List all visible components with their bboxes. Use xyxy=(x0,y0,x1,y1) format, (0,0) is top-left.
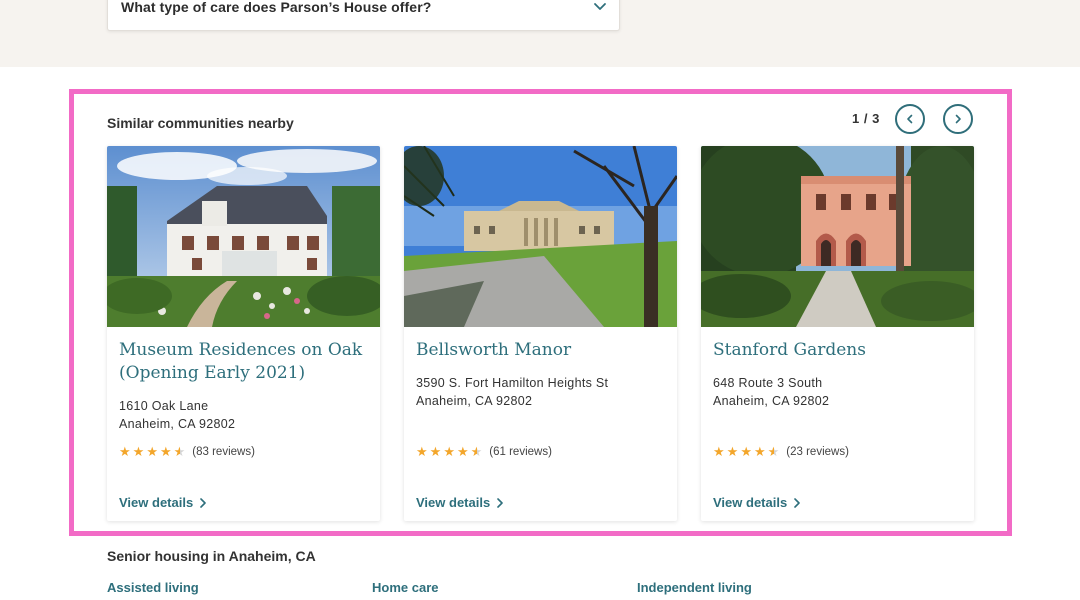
community-photo xyxy=(404,146,677,327)
community-name[interactable]: Stanford Gardens xyxy=(713,339,963,362)
faq-accordion-item[interactable]: What type of care does Parson’s House of… xyxy=(107,0,620,31)
faq-question: What type of care does Parson’s House of… xyxy=(121,0,432,15)
star-icon: ★ xyxy=(740,444,752,459)
chevron-right-icon xyxy=(200,497,206,508)
star-icon: ★ xyxy=(429,444,442,459)
carousel-prev-button[interactable] xyxy=(895,104,925,134)
community-card[interactable]: Bellsworth Manor 3590 S. Fort Hamilton H… xyxy=(404,146,677,521)
star-icon: ★ xyxy=(132,444,145,459)
community-address-line2: Anaheim, CA 92802 xyxy=(416,394,533,408)
star-icon: ★ xyxy=(443,444,455,459)
community-address-line2: Anaheim, CA 92802 xyxy=(119,417,236,431)
chevron-left-icon xyxy=(907,114,913,124)
community-photo xyxy=(701,146,974,327)
view-details-label: View details xyxy=(119,495,194,510)
view-details-link[interactable]: View details xyxy=(416,495,504,510)
chevron-down-icon xyxy=(594,3,606,10)
senior-housing-title: Senior housing in Anaheim, CA xyxy=(107,548,316,564)
community-address-line1: 648 Route 3 South xyxy=(713,376,823,390)
review-count: (83 reviews) xyxy=(192,445,255,458)
community-address-line1: 1610 Oak Lane xyxy=(119,399,209,413)
star-icon: ★ xyxy=(456,444,469,459)
chevron-right-icon xyxy=(794,497,800,508)
rating: ★ ★ ★ ★ ★ (23 reviews) xyxy=(713,445,849,458)
rating: ★ ★ ★ ★ ★ (83 reviews) xyxy=(119,445,255,458)
view-details-link[interactable]: View details xyxy=(119,495,207,510)
star-icon: ★ xyxy=(753,444,766,459)
rating: ★ ★ ★ ★ ★ (61 reviews) xyxy=(416,445,552,458)
community-address-line1: 3590 S. Fort Hamilton Heights St xyxy=(416,376,609,390)
link-home-care[interactable]: Home care xyxy=(372,580,438,595)
star-icon: ★ xyxy=(159,444,172,459)
view-details-label: View details xyxy=(713,495,788,510)
chevron-right-icon xyxy=(497,497,503,508)
community-address-line2: Anaheim, CA 92802 xyxy=(713,394,830,408)
review-count: (23 reviews) xyxy=(786,445,849,458)
community-card[interactable]: Museum Residences on Oak (Opening Early … xyxy=(107,146,380,521)
star-icon: ★ xyxy=(713,444,725,459)
community-photo xyxy=(107,146,380,327)
star-icon: ★ xyxy=(146,444,158,459)
star-icon: ★ xyxy=(119,444,131,459)
community-name[interactable]: Bellsworth Manor xyxy=(416,339,666,362)
carousel-page-indicator: 1 / 3 xyxy=(852,111,880,126)
half-star-icon: ★ xyxy=(767,444,780,459)
link-assisted-living[interactable]: Assisted living xyxy=(107,580,199,595)
link-independent-living[interactable]: Independent living xyxy=(637,580,752,595)
chevron-right-icon xyxy=(955,114,961,124)
view-details-label: View details xyxy=(416,495,491,510)
carousel-next-button[interactable] xyxy=(943,104,973,134)
half-star-icon: ★ xyxy=(470,444,483,459)
star-icon: ★ xyxy=(416,444,428,459)
section-title: Similar communities nearby xyxy=(107,115,294,131)
community-card[interactable]: Stanford Gardens 648 Route 3 South Anahe… xyxy=(701,146,974,521)
star-icon: ★ xyxy=(726,444,739,459)
half-star-icon: ★ xyxy=(173,444,186,459)
review-count: (61 reviews) xyxy=(489,445,552,458)
view-details-link[interactable]: View details xyxy=(713,495,801,510)
community-name[interactable]: Museum Residences on Oak (Opening Early … xyxy=(119,339,369,385)
